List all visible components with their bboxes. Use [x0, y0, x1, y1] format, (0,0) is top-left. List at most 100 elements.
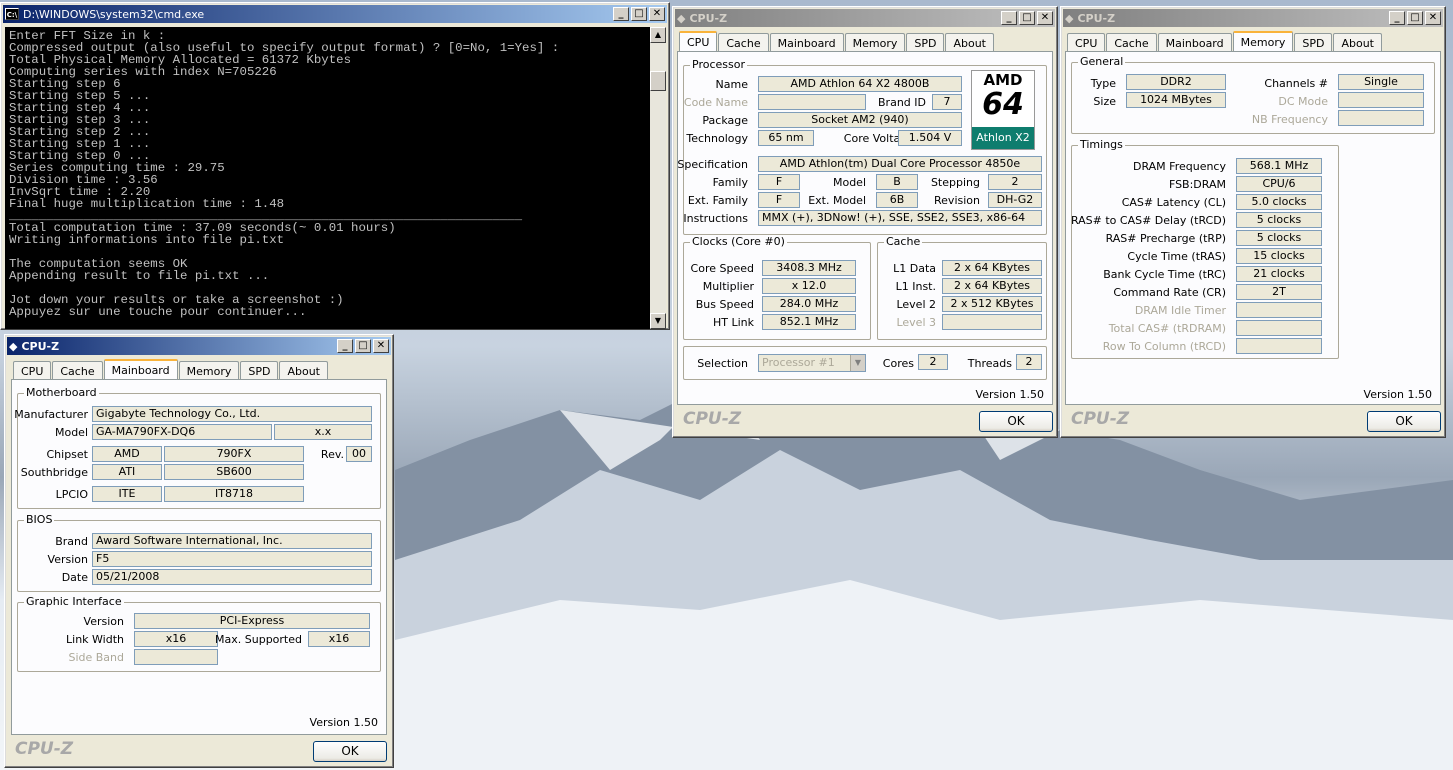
minimize-button[interactable]: _ — [337, 339, 353, 353]
scroll-down-arrow-icon[interactable]: ▼ — [650, 313, 666, 329]
chevron-down-icon[interactable]: ▼ — [850, 355, 865, 371]
htlink-label: HT Link — [712, 316, 754, 329]
timing-label: DRAM Idle Timer — [1134, 304, 1226, 317]
minimize-button[interactable]: _ — [1389, 11, 1405, 25]
group-label: Timings — [1078, 138, 1125, 151]
cpuz-memory-titlebar[interactable]: ◆ CPU-Z _ □ ✕ — [1063, 9, 1443, 27]
console-line: Appending result to file pi.txt ... — [9, 269, 270, 283]
corespeed-value: 3408.3 MHz — [762, 260, 856, 276]
model-label: Model — [832, 176, 866, 189]
processor-select[interactable]: Processor #1 ▼ — [758, 354, 866, 372]
busspeed-value: 284.0 MHz — [762, 296, 856, 312]
technology-label: Technology — [686, 132, 748, 145]
timing-label: RAS# Precharge (tRP) — [1105, 232, 1226, 245]
extfamily-label: Ext. Family — [687, 194, 748, 207]
window-title: CPU-Z — [21, 339, 60, 353]
cpuz-diamond-icon: ◆ — [677, 11, 686, 25]
instructions-value: MMX (+), 3DNow! (+), SSE, SSE2, SSE3, x8… — [758, 210, 1042, 226]
timing-value: 568.1 MHz — [1236, 158, 1322, 174]
l1inst-value: 2 x 64 KBytes — [942, 278, 1042, 294]
minimize-button[interactable]: _ — [1001, 11, 1017, 25]
group-label: General — [1078, 55, 1126, 68]
stepping-value: 2 — [988, 174, 1042, 190]
revision-label: Revision — [934, 194, 980, 207]
bios-brand-label: Brand — [55, 535, 88, 548]
multiplier-value: x 12.0 — [762, 278, 856, 294]
name-value: AMD Athlon 64 X2 4800B — [758, 76, 962, 92]
close-button[interactable]: ✕ — [373, 339, 389, 353]
scroll-thumb[interactable] — [650, 71, 666, 91]
group-label: Motherboard — [24, 386, 99, 399]
bios-brand-value: Award Software International, Inc. — [92, 533, 372, 549]
extmodel-label: Ext. Model — [808, 194, 866, 207]
cpuz-mainboard-titlebar[interactable]: ◆ CPU-Z _ □ ✕ — [7, 337, 391, 355]
gi-version-label: Version — [83, 615, 124, 628]
maximize-button[interactable]: □ — [1019, 11, 1035, 25]
ok-button[interactable]: OK — [1367, 411, 1441, 432]
lpcio-label: LPCIO — [55, 488, 88, 501]
maximize-button[interactable]: □ — [355, 339, 371, 353]
ok-button[interactable]: OK — [979, 411, 1053, 432]
maxsupported-value: x16 — [308, 631, 370, 647]
group-label: BIOS — [24, 513, 55, 526]
timing-label: Command Rate (CR) — [1113, 286, 1226, 299]
linkwidth-label: Link Width — [66, 633, 124, 646]
sideband-label: Side Band — [68, 651, 124, 664]
l1inst-label: L1 Inst. — [895, 280, 936, 293]
channels-value: Single — [1338, 74, 1424, 90]
console-line: Writing informations into file pi.txt — [9, 233, 285, 247]
timing-value: CPU/6 — [1236, 176, 1322, 192]
rev-label: Rev. — [320, 448, 344, 461]
manufacturer-label: Manufacturer — [14, 408, 88, 421]
linkwidth-value: x16 — [134, 631, 218, 647]
nbfreq-value — [1338, 110, 1424, 126]
maxsupported-label: Max. Supported — [215, 633, 302, 646]
timing-value — [1236, 320, 1322, 336]
gi-version-value: PCI-Express — [134, 613, 370, 629]
group-label: Processor — [690, 58, 747, 71]
cpuz-logo: CPU-Z — [15, 739, 74, 759]
scroll-up-arrow-icon[interactable]: ▲ — [650, 27, 666, 43]
name-label: Name — [715, 78, 748, 91]
processor-select-value: Processor #1 — [762, 356, 835, 369]
level2-value: 2 x 512 KBytes — [942, 296, 1042, 312]
stepping-label: Stepping — [930, 176, 980, 189]
family-value: F — [758, 174, 800, 190]
model-label: Model — [54, 426, 88, 439]
timing-label: DRAM Frequency — [1132, 160, 1226, 173]
technology-value: 65 nm — [758, 130, 814, 146]
timing-value — [1236, 338, 1322, 354]
ok-button[interactable]: OK — [313, 741, 387, 762]
l1data-label: L1 Data — [893, 262, 936, 275]
corespeed-label: Core Speed — [690, 262, 754, 275]
extfamily-value: F — [758, 192, 800, 208]
cpuz-diamond-icon: ◆ — [1065, 11, 1074, 25]
threads-value: 2 — [1016, 354, 1042, 370]
timing-label: RAS# to CAS# Delay (tRCD) — [1070, 214, 1226, 227]
maximize-button[interactable]: □ — [631, 7, 647, 21]
cmd-titlebar[interactable]: C:\ D:\WINDOWS\system32\cmd.exe _ □ ✕ — [3, 5, 667, 23]
close-button[interactable]: ✕ — [1425, 11, 1441, 25]
bios-version-label: Version — [47, 553, 88, 566]
minimize-button[interactable]: _ — [613, 7, 629, 21]
bios-date-value: 05/21/2008 — [92, 569, 372, 585]
l1data-value: 2 x 64 KBytes — [942, 260, 1042, 276]
cpuz-mainboard-window[interactable]: ◆ CPU-Z _ □ ✕ CPU Cache Mainboard Memory… — [4, 334, 394, 768]
cpuz-logo: CPU-Z — [1071, 409, 1130, 429]
close-button[interactable]: ✕ — [649, 7, 665, 21]
timing-value: 15 clocks — [1236, 248, 1322, 264]
cpuz-cpu-window[interactable]: ◆ CPU-Z _ □ ✕ CPU Cache Mainboard Memory… — [672, 6, 1058, 438]
console-output[interactable]: Enter FFT Size in k : Compressed output (… — [5, 27, 650, 329]
maximize-button[interactable]: □ — [1407, 11, 1423, 25]
cmd-window[interactable]: C:\ D:\WINDOWS\system32\cmd.exe _ □ ✕ En… — [0, 2, 670, 330]
console-scrollbar[interactable]: ▲ ▼ — [650, 27, 666, 329]
close-button[interactable]: ✕ — [1037, 11, 1053, 25]
level3-label: Level 3 — [896, 316, 936, 329]
amd-athlon-x2-logo: AMD 64 Athlon X2 — [971, 70, 1035, 150]
southbridge-value: SB600 — [164, 464, 304, 480]
group-label: Cache — [884, 235, 923, 248]
cpuz-cpu-titlebar[interactable]: ◆ CPU-Z _ □ ✕ — [675, 9, 1055, 27]
cpuz-memory-window[interactable]: ◆ CPU-Z _ □ ✕ CPU Cache Mainboard Memory… — [1060, 6, 1446, 438]
timing-label: Bank Cycle Time (tRC) — [1103, 268, 1226, 281]
spec-label: Specification — [677, 158, 748, 171]
